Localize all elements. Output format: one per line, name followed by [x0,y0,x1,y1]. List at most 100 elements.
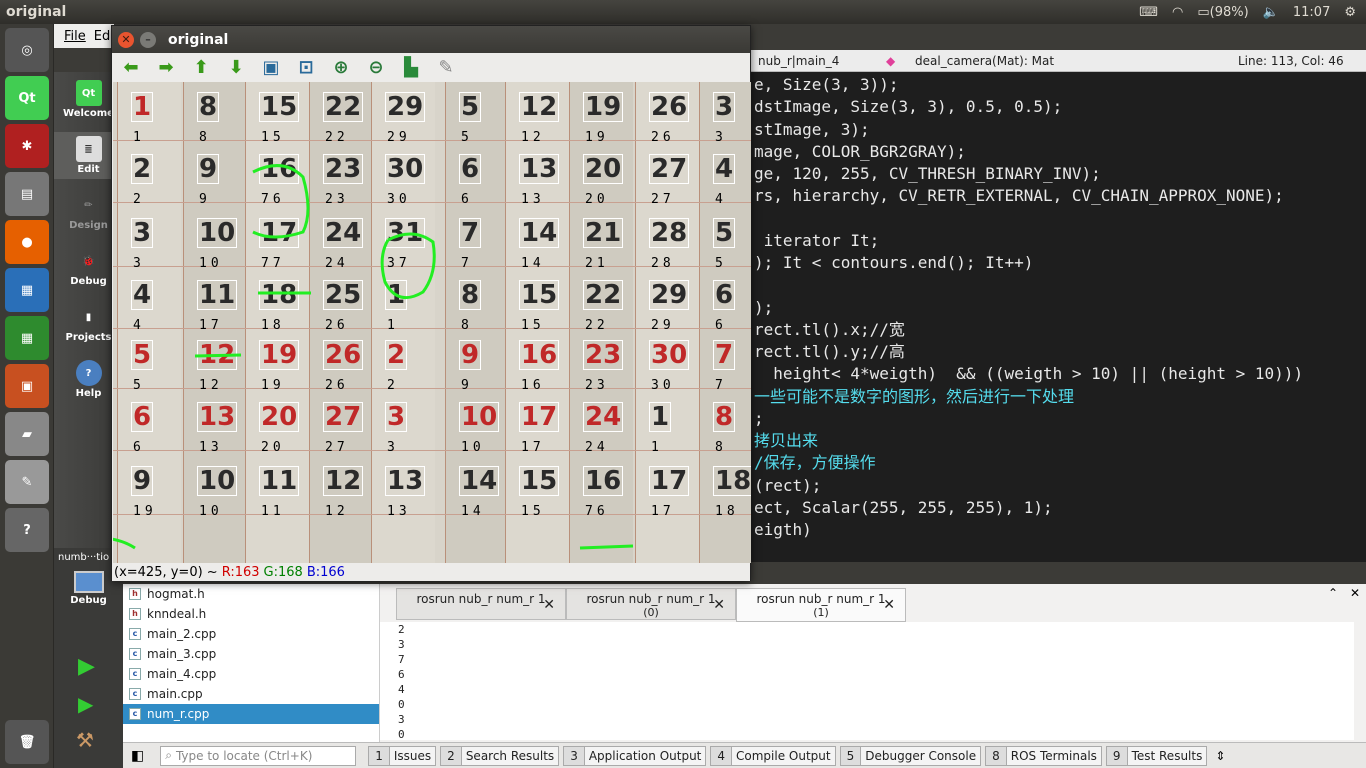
code-line[interactable]: stImage, 3); [754,119,1303,141]
function-icon: ◆ [886,53,900,68]
output-pane-button[interactable]: 8 ROS Terminals [985,745,1102,766]
keyboard-icon[interactable]: ⌨ [1139,5,1158,20]
gear-icon[interactable]: ⚙ [1344,5,1356,20]
help-icon: ? [75,360,102,386]
code-line[interactable]: rs, hierarchy, CV_RETR_EXTERNAL, CV_CHAI… [754,185,1303,207]
code-editor[interactable]: nub_r|main_4 ◆ deal_camera(Mat): Mat Lin… [750,50,1366,562]
close-tab-icon[interactable]: ✕ [543,597,555,613]
output-pane-button[interactable]: 1 Issues [368,745,437,766]
image-icon[interactable]: ▣ [260,56,282,78]
toggle-sidebar-icon[interactable]: ◧ [131,748,144,764]
cpp-file-icon: c [129,688,141,700]
code-line[interactable]: (rect); [754,475,1303,497]
zoom-in-icon[interactable]: ⊕ [330,56,352,78]
code-line[interactable]: ect, Scalar(255, 255, 255), 1); [754,497,1303,519]
project-file-item[interactable]: h knndeal.h [123,604,379,624]
code-line[interactable] [754,274,1303,296]
image-canvas[interactable]: 1 1 8 8 15 15 22 22 29 29 5 5 12 12 19 19 26 26 3 3 2 2 9 9 16 76… [113,82,751,563]
locator-input[interactable]: ⌕ Type to locate (Ctrl+K) [160,745,357,766]
help-icon[interactable]: ? [5,508,49,552]
ubuntu-dash-icon[interactable]: ◎ [5,28,49,72]
maximize-icon[interactable]: ⌃ [1328,586,1338,600]
output-tab[interactable]: rosrun nub_r num_r 1 ✕ [396,588,566,620]
output-pane-button[interactable]: 9 Test Results [1105,745,1208,766]
zoom-out-icon[interactable]: ⊖ [365,56,387,78]
debug-run-button[interactable]: ▶ [78,692,93,716]
editor-header: nub_r|main_4 ◆ deal_camera(Mat): Mat Lin… [750,50,1366,72]
text-editor-icon[interactable]: ✎ [5,460,49,504]
project-file-item[interactable]: c main_2.cpp [123,624,379,644]
wifi-icon[interactable]: ◠ [1172,5,1183,20]
properties-brush-icon[interactable]: ✎ [435,56,457,78]
code-line[interactable]: ); It < contours.end(); It++) [754,252,1303,274]
clock[interactable]: 11:07 [1293,5,1330,20]
arrow-up-icon[interactable]: ⬆ [190,56,212,78]
output-pane-button[interactable]: 5 Debugger Console [839,745,982,766]
output-pane-button[interactable]: 2 Search Results [440,745,560,766]
code-line[interactable]: 一些可能不是数字的图形，然后进行一下处理 [754,386,1303,408]
edit-icon: ≣ [75,136,102,162]
network-tool-icon[interactable]: ✱ [5,124,49,168]
image-toolbar: ⬅ ➡ ⬆ ⬇ ▣ ⊡ ⊕ ⊖ ▙ ✎ [112,53,750,81]
qt-creator-icon[interactable]: Qt [5,76,49,120]
code-line[interactable] [754,208,1303,230]
calc-icon[interactable]: ▦ [5,316,49,360]
system-top-bar: original ⌨ ◠ ▭(98%) 🔈 11:07 ⚙ [0,0,1366,24]
code-line[interactable]: ); [754,297,1303,319]
code-line[interactable]: e, Size(3, 3)); [754,74,1303,96]
output-tab[interactable]: rosrun nub_r num_r 1 (0) ✕ [566,588,736,620]
close-icon[interactable]: ✕ [1350,586,1360,600]
battery-icon[interactable]: ▭(98%) [1197,5,1248,20]
firefox-icon[interactable]: ● [5,220,49,264]
cursor-position: Line: 113, Col: 46 [1238,53,1344,68]
system-tray: ⌨ ◠ ▭(98%) 🔈 11:07 ⚙ [1139,0,1356,24]
arrow-left-icon[interactable]: ⬅ [120,56,142,78]
run-button[interactable]: ▶ [78,654,95,679]
zoom-fit-icon[interactable]: ⊡ [295,56,317,78]
close-tab-icon[interactable]: ✕ [883,597,895,613]
arrow-right-icon[interactable]: ➡ [155,56,177,78]
files-icon[interactable]: ▤ [5,172,49,216]
minimize-window-icon[interactable]: – [140,31,156,48]
code-line[interactable]: /保存，方便操作 [754,452,1303,474]
impress-icon[interactable]: ▣ [5,364,49,408]
project-file-item[interactable]: c num_r.cpp [123,704,379,724]
project-file-item[interactable]: c main_3.cpp [123,644,379,664]
application-output[interactable]: 2 3 7 6 4 0 3 0 [380,622,1354,741]
arrow-down-icon[interactable]: ⬇ [225,56,247,78]
code-line[interactable]: 拷贝出来 [754,430,1303,452]
code-line[interactable]: height< 4*weigth) && ((weigth > 10) || (… [754,363,1303,385]
code-line[interactable]: rect.tl().x;//宽 [754,319,1303,341]
code-line[interactable]: ge, 120, 255, CV_THRESH_BINARY_INV); [754,163,1303,185]
build-hammer-icon[interactable]: ⚒ [76,728,94,752]
function-selector[interactable]: ◆ deal_camera(Mat): Mat [870,54,1230,68]
project-tree: h hogmat.h h knndeal.h c main_2.cpp c main_3.cp… [123,584,380,742]
software-icon[interactable]: ▰ [5,412,49,456]
writer-icon[interactable]: ▦ [5,268,49,312]
output-pane-button[interactable]: 4 Compile Output [710,745,836,766]
menu-file[interactable]: File [64,29,86,44]
code-line[interactable]: iterator It; [754,230,1303,252]
output-tab[interactable]: rosrun nub_r num_r 1 (1) ✕ [736,588,906,622]
code-text[interactable]: e, Size(3, 3)); dstImage, Size(3, 3), 0.5… [754,74,1303,541]
code-line[interactable]: rect.tl().y;//高 [754,341,1303,363]
close-tab-icon[interactable]: ✕ [713,597,725,613]
file-selector[interactable]: nub_r|main_4 [750,54,870,68]
menu-edit[interactable]: Ed [94,29,110,44]
save-icon[interactable]: ▙ [400,56,422,78]
project-file-item[interactable]: h hogmat.h [123,584,379,604]
green-circle-31 [380,232,436,300]
code-line[interactable]: dstImage, Size(3, 3), 0.5, 0.5); [754,96,1303,118]
project-file-item[interactable]: c main_4.cpp [123,664,379,684]
output-pane-button[interactable]: 3 Application Output [563,745,707,766]
code-line[interactable]: ; [754,408,1303,430]
project-file-item[interactable]: c main.cpp [123,684,379,704]
trash-icon[interactable]: 🗑 [5,720,49,764]
close-window-icon[interactable]: ✕ [118,31,134,48]
pane-menu-icon[interactable]: ⇕ [1215,749,1225,763]
bug-icon: 🐞 [82,255,95,267]
cpp-file-icon: c [129,708,141,720]
code-line[interactable]: mage, COLOR_BGR2GRAY); [754,141,1303,163]
volume-icon[interactable]: 🔈 [1263,5,1279,20]
code-line[interactable]: eigth) [754,519,1303,541]
